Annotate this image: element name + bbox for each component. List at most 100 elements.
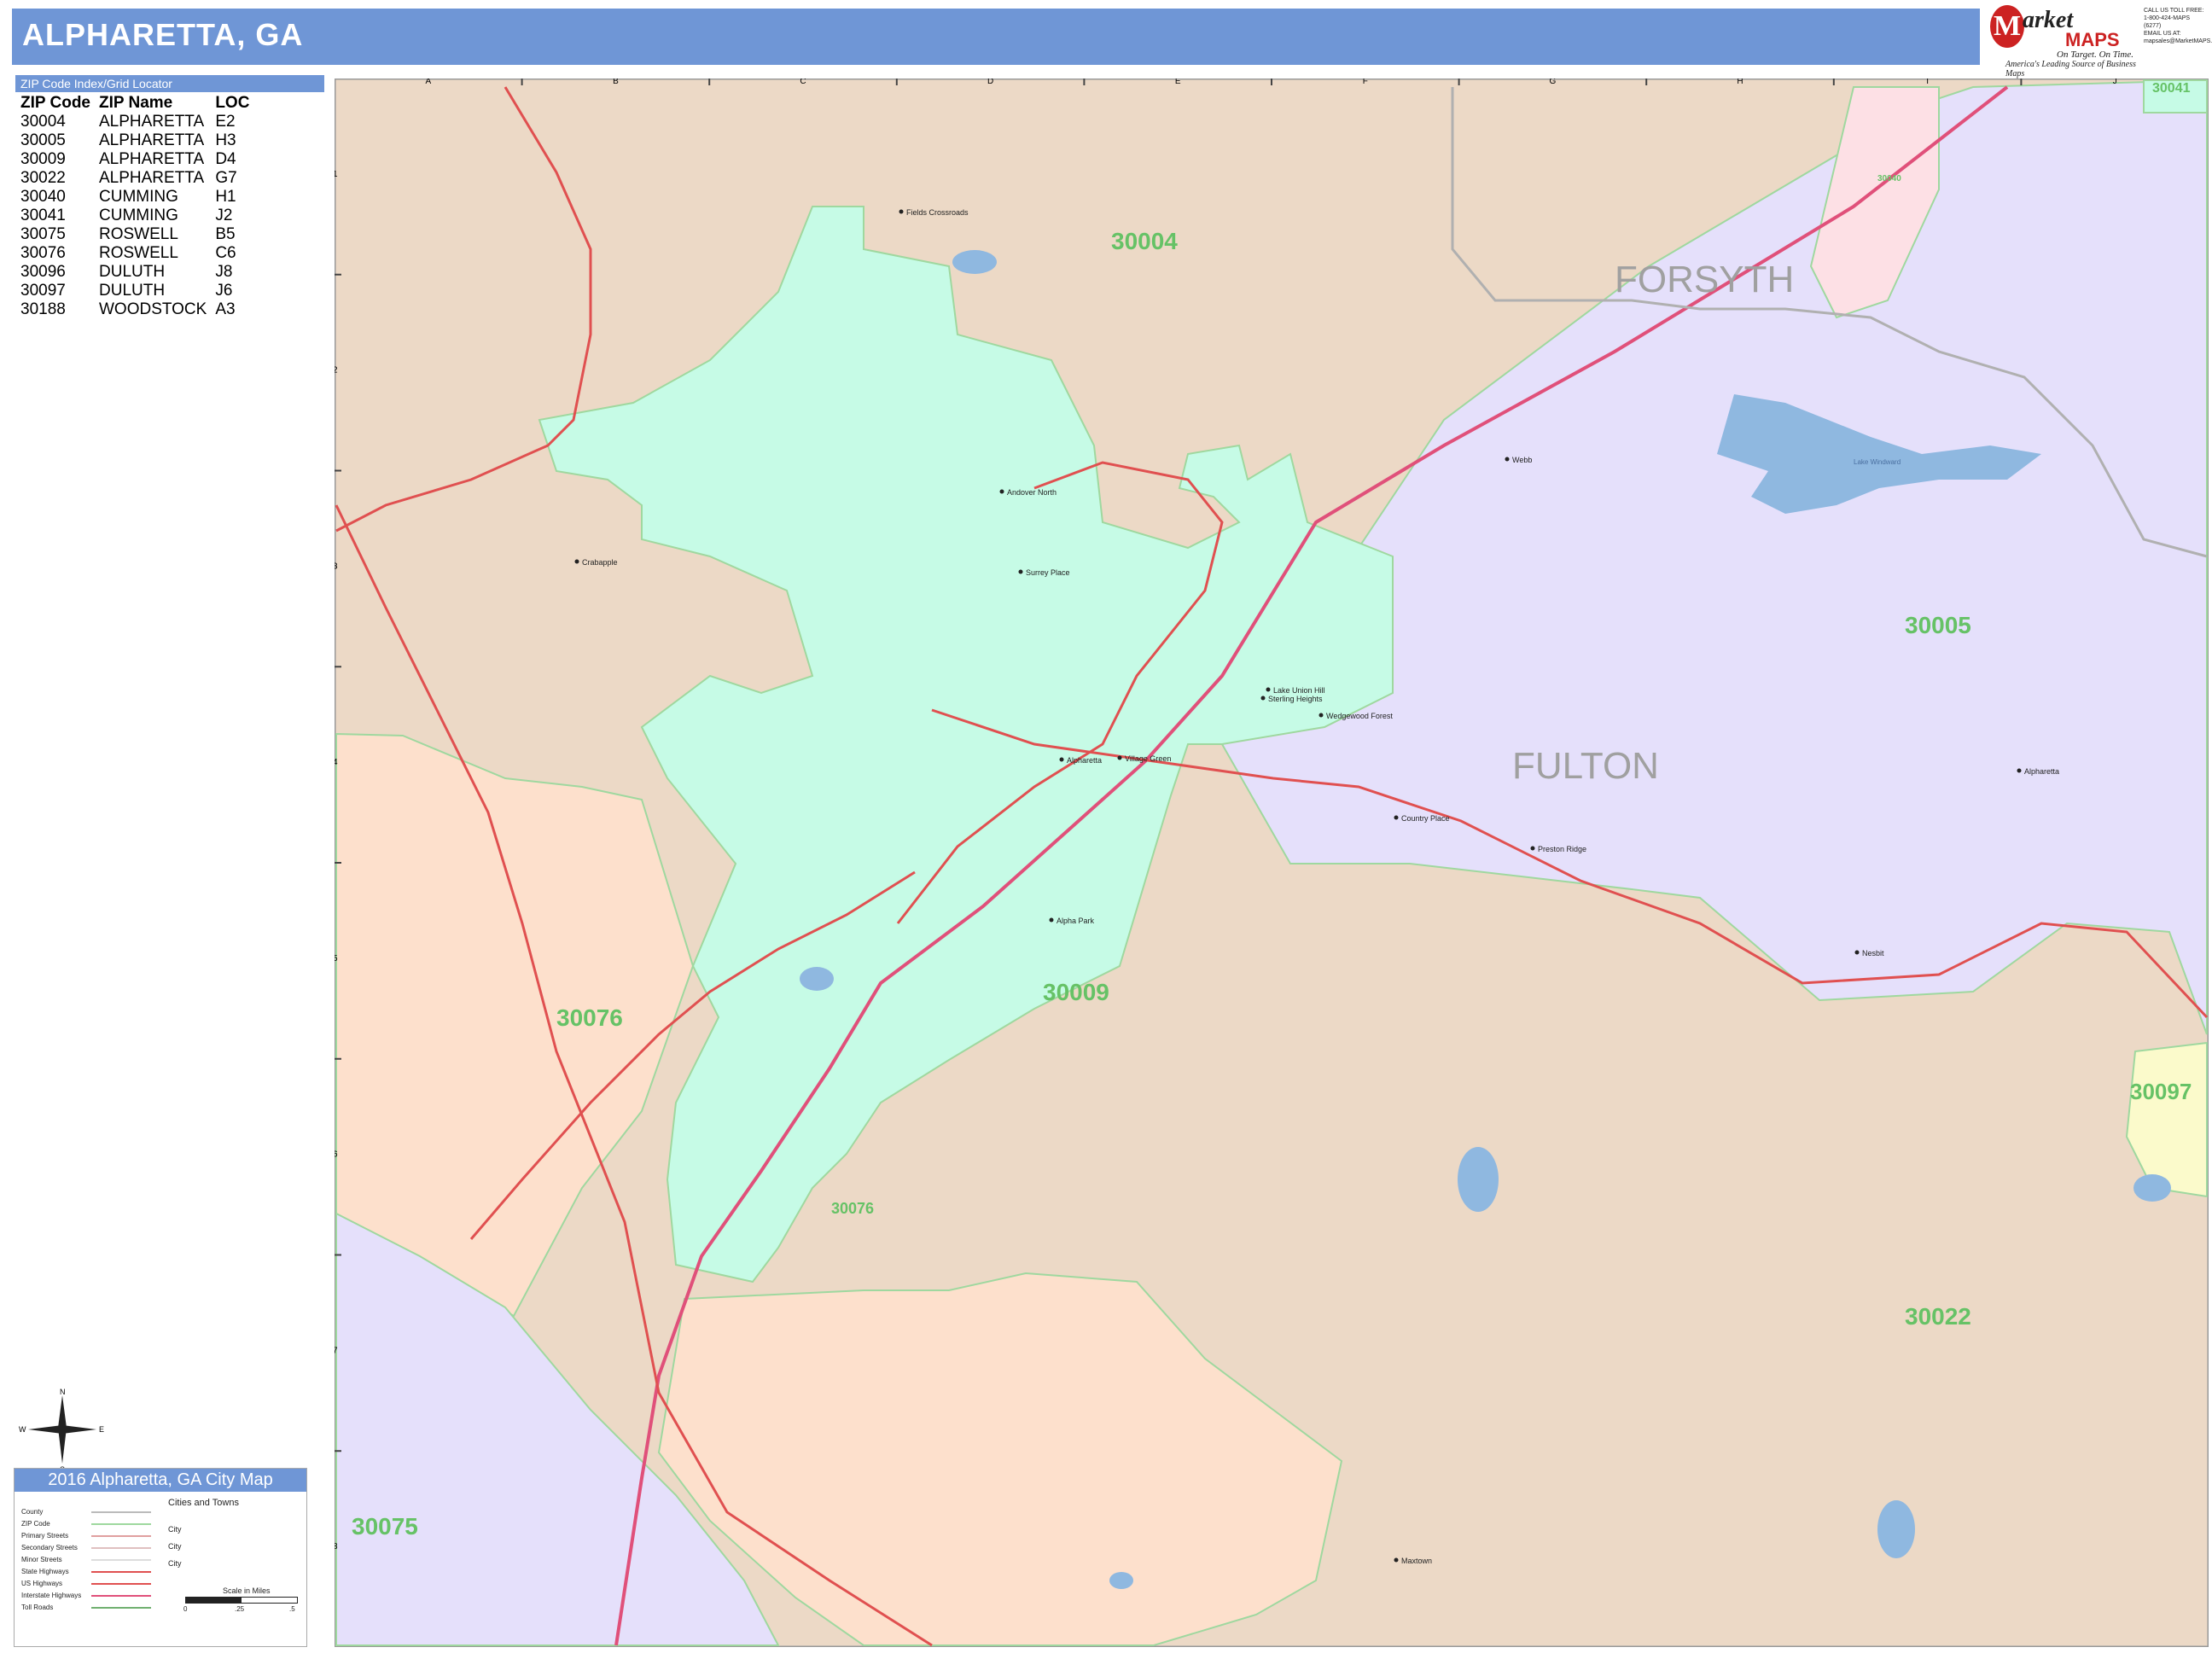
contact-info: CALL US TOLL FREE: 1-800-424-MAPS (6277)… (2144, 7, 2212, 65)
grid-column-label: H (1737, 79, 1743, 86)
zip-label: 30097 (2130, 1079, 2192, 1104)
loc-cell: J2 (215, 207, 233, 224)
legend-title: 2016 Alpharetta, GA City Map (15, 1469, 306, 1492)
place-marker (2017, 768, 2022, 773)
zip-label: 30009 (1043, 979, 1109, 1005)
place-marker (899, 209, 904, 214)
lake (1458, 1147, 1499, 1212)
loc-cell: G7 (215, 169, 237, 187)
compass-east: E (99, 1425, 104, 1434)
place-label: Surrey Place (1026, 568, 1070, 577)
grid-column-label: B (613, 79, 619, 86)
place-label: Wedgewood Forest (1326, 712, 1393, 720)
place-marker (1318, 713, 1324, 718)
map-legend: 2016 Alpharetta, GA City Map Cities and … (14, 1468, 307, 1647)
loc-cell: E2 (215, 113, 236, 131)
legend-city-marker: City (168, 1525, 182, 1534)
grid-column-label: A (425, 79, 431, 86)
zip-code-cell: 30075 (20, 225, 66, 243)
contact-line: EMAIL US AT: (2144, 31, 2181, 37)
place-label: Webb (1512, 456, 1532, 464)
lake (952, 250, 997, 274)
legend-item-swatch (91, 1547, 151, 1549)
grid-row-label: 6 (335, 1150, 338, 1160)
compass-needle-icon (28, 1425, 96, 1434)
legend-item-label: ZIP Code (21, 1520, 50, 1528)
zip-index-row: 30076 ROSWELL C6 (15, 244, 253, 263)
grid-row-label: 8 (335, 1542, 338, 1551)
zip-index-heading: ZIP Code Index/Grid Locator (15, 75, 324, 92)
legend-scale-tick: .25 (235, 1605, 245, 1613)
legend-item-swatch (91, 1523, 151, 1525)
place-label: Nesbit (1862, 949, 1884, 958)
zip-label: 30076 (556, 1004, 623, 1031)
zip-index-table: ZIP Code ZIP Name LOC 30004 ALPHARETTA E2 3… (15, 94, 253, 319)
zip-code-cell: 30009 (20, 150, 66, 168)
water-label: Lake Windward (1854, 458, 1901, 466)
grid-row-label: 1 (335, 170, 338, 179)
place-label: Maxtown (1401, 1557, 1432, 1565)
legend-item-label: County (21, 1508, 44, 1516)
grid-column-label: C (800, 79, 806, 86)
zip-index-row: 30041 CUMMING J2 (15, 207, 253, 225)
column-header: ZIP Code (20, 94, 90, 112)
zip-name-cell: DULUTH (99, 263, 166, 281)
place-marker (1505, 457, 1510, 462)
grid-column-label: D (987, 79, 993, 86)
legend-item-swatch (91, 1583, 151, 1585)
place-marker (1059, 757, 1064, 762)
place-marker (1530, 846, 1535, 851)
zip-index-row: 30188 WOODSTOCK A3 (15, 300, 253, 319)
zip-label: 30004 (1111, 228, 1178, 254)
legend-scale-tick: 0 (183, 1605, 188, 1613)
place-label: Lake Union Hill (1273, 686, 1325, 695)
logo-brand-bottom: MAPS (2065, 29, 2120, 50)
title-bar: ALPHARETTA, GA (12, 9, 1980, 65)
zip-code-cell: 30022 (20, 169, 66, 187)
market-maps-logo: M arket MAPS On Target. On Time. America… (1988, 2, 2142, 79)
compass-rose: N S E W (15, 1387, 109, 1474)
zip-index-row: 30005 ALPHARETTA H3 (15, 131, 253, 150)
place-marker (1117, 755, 1122, 760)
place-label: Alpharetta (2024, 767, 2059, 776)
contact-line: mapsales@MarketMAPS.com (2144, 38, 2212, 44)
legend-cities-heading: Cities and Towns (168, 1498, 239, 1508)
place-marker (1394, 815, 1399, 820)
county-label: FORSYTH (1615, 259, 1794, 300)
zip-name-cell: ALPHARETTA (99, 150, 205, 168)
grid-column-label: J (2113, 79, 2117, 86)
column-header: LOC (215, 94, 250, 112)
loc-cell: H3 (215, 131, 236, 149)
place-marker (1260, 696, 1266, 701)
zip-name-cell: CUMMING (99, 188, 178, 206)
grid-row-label: 3 (335, 562, 338, 571)
zip-label: 30005 (1905, 612, 1971, 638)
place-label: Sterling Heights (1268, 695, 1323, 703)
legend-city-marker: City (168, 1542, 182, 1551)
zip-index-row: 30004 ALPHARETTA E2 (15, 113, 253, 131)
zip-index: ZIP Code Index/Grid Locator ZIP Code ZIP… (15, 75, 324, 319)
place-label: Fields Crossroads (906, 208, 969, 217)
zip-name-cell: DULUTH (99, 282, 166, 300)
column-header: ZIP Name (99, 94, 173, 112)
legend-item-swatch (91, 1535, 151, 1537)
legend-item-swatch (91, 1595, 151, 1597)
place-marker (1266, 687, 1271, 692)
map-title: ALPHARETTA, GA (22, 17, 304, 52)
contact-line: CALL US TOLL FREE: (2144, 8, 2204, 14)
zip-label: 30075 (352, 1513, 418, 1540)
loc-cell: B5 (215, 225, 236, 243)
legend-item-label: Interstate Highways (21, 1592, 82, 1599)
zip-index-row: 30022 ALPHARETTA G7 (15, 169, 253, 188)
grid-column-label: F (1363, 79, 1368, 86)
grid-column-label: I (1926, 79, 1929, 86)
zip-name-cell: WOODSTOCK (99, 300, 207, 318)
zip-label: 30041 (2152, 81, 2191, 96)
zip-code-cell: 30004 (20, 113, 66, 131)
place-label: Alpharetta (1067, 756, 1102, 765)
legend-item-label: Primary Streets (21, 1532, 69, 1540)
zip-code-cell: 30076 (20, 244, 66, 262)
legend-scale-tick: .5 (289, 1605, 295, 1613)
zip-name-cell: ROSWELL (99, 244, 178, 262)
map-canvas[interactable]: A B C D E F G H I J 1 2 3 4 5 6 7 8 FORSYTH FULTON 30004 300… (335, 79, 2209, 1647)
